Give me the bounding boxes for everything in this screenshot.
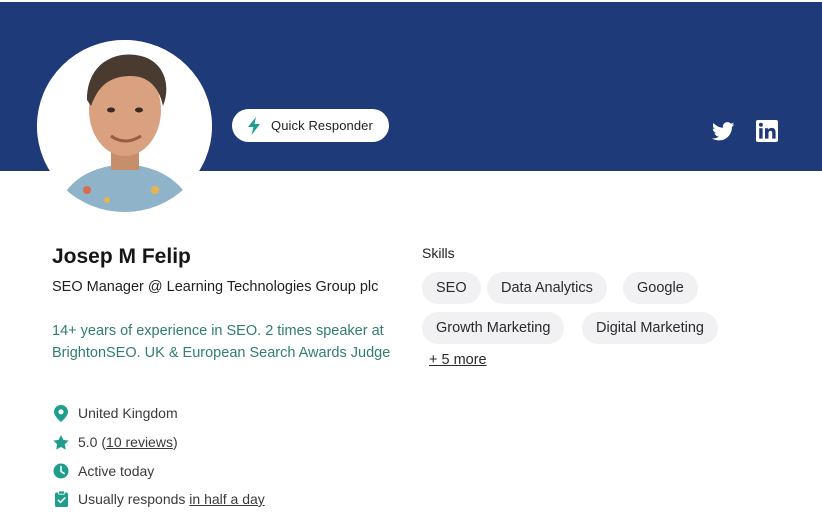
profile-name: Josep M Felip [52,245,191,268]
clipboard-check-icon [52,490,70,508]
response-time-link[interactable]: in half a day [189,491,265,507]
activity-text: Active today [78,463,155,479]
skill-chip[interactable]: SEO [422,272,481,304]
profile-bio: 14+ years of experience in SEO. 2 times … [52,323,391,361]
skill-chip[interactable]: Digital Marketing [582,312,718,344]
response-prefix: Usually responds [78,491,186,507]
quick-responder-badge: Quick Responder [232,109,389,142]
profile-role: SEO Manager @ Learning Technologies Grou… [52,279,379,295]
star-icon [52,433,70,451]
rating-value: 5.0 [78,434,98,450]
skill-chip[interactable]: Growth Marketing [422,312,565,344]
badge-label: Quick Responder [271,118,373,133]
location-pin-icon [52,404,70,422]
activity-row: Active today [52,460,382,482]
more-skills-link[interactable]: + 5 more [429,352,487,368]
location-text: United Kingdom [78,405,178,421]
response-time-row: Usually responds in half a day [52,488,382,510]
linkedin-icon [755,120,778,142]
rating-paren-close: ) [172,434,178,450]
reviews-link[interactable]: 10 reviews [106,434,173,450]
skills-heading: Skills [422,245,455,261]
rating-row: 5.0 (10 reviews) [52,431,382,453]
clock-icon [52,462,70,480]
avatar-photo [37,40,212,212]
skill-chip[interactable]: Google [623,272,698,304]
avatar [37,40,212,212]
lightning-bolt-icon [248,116,260,135]
location-row: United Kingdom [52,402,382,424]
twitter-link[interactable] [711,119,735,143]
twitter-icon [711,121,734,140]
skill-chip[interactable]: Data Analytics [487,272,607,304]
linkedin-link[interactable] [755,119,778,143]
